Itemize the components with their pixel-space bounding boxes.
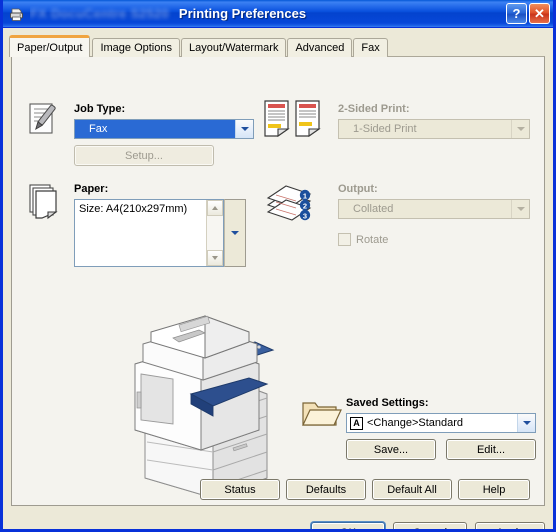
tab-advanced[interactable]: Advanced [287,38,353,57]
defaults-button[interactable]: Defaults [286,479,366,500]
tab-strip: Paper/Output Image Options Layout/Waterm… [9,35,389,57]
two-sided-print-combobox[interactable]: 1-Sided Print [338,119,530,139]
chevron-down-icon[interactable] [235,120,253,138]
title-text-container: FX DocuCentre S2520 Printing Preferences [30,6,504,21]
default-all-button[interactable]: Default All [372,479,452,500]
two-sided-pages-icon [262,99,324,142]
job-type-label: Job Type: [74,103,126,115]
job-type-value: Fax [75,120,235,138]
window-title: Printing Preferences [178,6,307,21]
saved-settings-edit-button[interactable]: Edit... [446,439,536,460]
title-bar: FX DocuCentre S2520 Printing Preferences… [3,0,553,28]
saved-settings-value: <Change>Standard [367,417,464,429]
paper-list-item[interactable]: Size: A4(210x297mm) [75,200,206,266]
settings-badge-icon: A [350,416,363,430]
dialog-body: Paper/Output Image Options Layout/Waterm… [3,28,553,529]
tab-fax[interactable]: Fax [353,38,388,57]
redacted-printer-name: FX DocuCentre S2520 [30,6,169,21]
job-type-combobox[interactable]: Fax [74,119,254,139]
status-button[interactable]: Status [200,479,280,500]
two-sided-print-value: 1-Sided Print [353,123,417,135]
cancel-button[interactable]: Cancel [393,522,467,529]
two-sided-print-label: 2-Sided Print: [338,103,410,115]
job-type-setup-button[interactable]: Setup... [74,145,214,166]
titlebar-close-button[interactable]: ✕ [529,3,550,24]
paper-scrollbar[interactable] [206,200,223,266]
svg-text:1: 1 [303,192,307,201]
chevron-down-icon [231,231,239,235]
chevron-down-icon[interactable] [511,120,529,138]
output-value: Collated [353,203,394,215]
saved-settings-save-button[interactable]: Save... [346,439,436,460]
document-pen-icon [26,101,62,142]
paper-stack-icon [28,182,62,227]
dialog-button-bar: OK Cancel Apply [3,506,553,529]
paper-output-tab-panel: Job Type: Fax Setup... Paper: Size: A4(2… [11,56,545,506]
multifunction-printer-illustration [117,312,292,499]
apply-button[interactable]: Apply [475,522,545,529]
folder-icon [300,395,342,434]
saved-settings-label: Saved Settings: [346,397,429,409]
paper-label: Paper: [74,183,109,195]
paper-dropdown-button[interactable] [224,199,246,267]
collated-stack-icon: 1 2 3 [264,183,324,230]
tab-paper-output[interactable]: Paper/Output [9,35,91,57]
chevron-down-icon[interactable] [511,200,529,218]
svg-text:3: 3 [303,212,307,221]
paper-listbox[interactable]: Size: A4(210x297mm) [74,199,224,267]
printing-preferences-dialog: FX DocuCentre S2520 Printing Preferences… [0,0,556,532]
output-combobox[interactable]: Collated [338,199,530,219]
output-label: Output: [338,183,378,195]
tab-image-options[interactable]: Image Options [92,38,180,57]
titlebar-help-button[interactable]: ? [506,3,527,24]
svg-text:2: 2 [303,202,307,211]
rotate-checkbox-label: Rotate [356,233,389,246]
saved-settings-combobox[interactable]: A <Change>Standard [346,413,536,433]
scroll-down-arrow[interactable] [207,250,223,266]
tab-layout-watermark[interactable]: Layout/Watermark [180,38,287,57]
help-panel-button[interactable]: Help [458,479,530,500]
printer-icon [8,5,26,23]
ok-button[interactable]: OK [311,522,385,529]
checkbox-box[interactable] [338,233,351,246]
chevron-down-icon[interactable] [517,414,535,432]
rotate-checkbox[interactable]: Rotate [338,233,388,246]
scroll-up-arrow[interactable] [207,200,223,216]
saved-settings-value-wrap: A <Change>Standard [347,414,517,432]
